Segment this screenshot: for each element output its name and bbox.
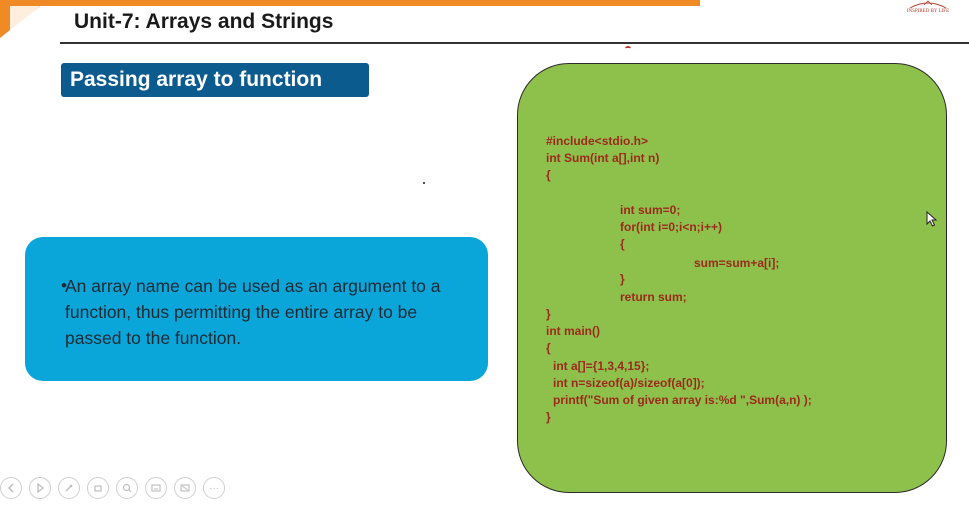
code-line: { <box>546 341 551 355</box>
slides-icon[interactable] <box>174 477 196 499</box>
eraser-icon[interactable] <box>87 477 109 499</box>
logo-text: INSPIRED BY LIFE <box>906 9 950 14</box>
header-accent-bar <box>0 0 700 6</box>
mouse-cursor-icon <box>926 211 938 227</box>
subtitles-icon[interactable] <box>145 477 167 499</box>
slideshow-toolbar: ··· <box>0 476 225 500</box>
play-icon[interactable] <box>29 477 51 499</box>
code-line: int sum=0; <box>620 203 681 217</box>
code-line: } <box>546 307 551 321</box>
code-line: int main() <box>546 324 600 338</box>
code-line: } <box>620 272 625 286</box>
code-line: for(int i=0;i<n;i++) <box>620 220 723 234</box>
more-icon[interactable]: ··· <box>203 477 225 499</box>
bullet-text: An array name can be used as an argument… <box>65 276 441 348</box>
code-line: { <box>546 168 551 182</box>
page-title: Unit-7: Arrays and Strings <box>74 10 334 33</box>
section-title-badge: Passing array to function <box>61 63 369 97</box>
university-logo: INSPIRED BY LIFE <box>897 0 959 16</box>
code-card <box>517 63 947 493</box>
header-divider <box>60 42 969 44</box>
code-line: { <box>620 237 625 251</box>
code-line: sum=sum+a[i]; <box>694 256 780 270</box>
code-line: return sum; <box>620 290 687 304</box>
code-line: printf("Sum of given array is:%d ",Sum(a… <box>553 393 812 407</box>
code-line: int Sum(int a[],int n) <box>546 151 660 165</box>
zoom-icon[interactable] <box>116 477 138 499</box>
code-line: int a[]={1,3,4,15}; <box>553 359 650 373</box>
pen-icon[interactable] <box>58 477 80 499</box>
bullet-card: • An array name can be used as an argume… <box>25 237 488 381</box>
corner-decoration-inner <box>10 6 40 32</box>
code-line: } <box>546 410 551 424</box>
code-line: #include<stdio.h> <box>546 134 649 148</box>
prev-icon[interactable] <box>0 477 22 499</box>
code-line: int n=sizeof(a)/sizeof(a[0]); <box>553 376 705 390</box>
stray-mark <box>625 46 631 51</box>
stray-dot <box>423 182 425 184</box>
